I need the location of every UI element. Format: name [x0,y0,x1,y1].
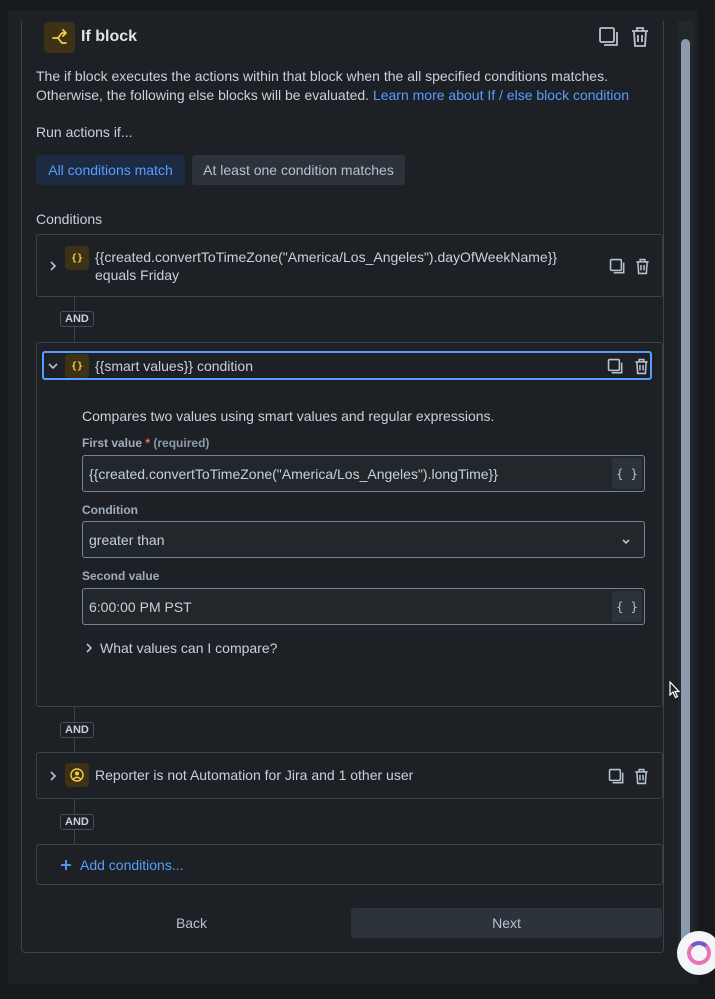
required-text: (required) [153,436,210,450]
duplicate-block-button[interactable] [597,25,621,49]
delete-condition-button[interactable] [632,256,652,276]
chevron-right-icon[interactable] [46,259,60,273]
required-asterisk: * [145,436,151,450]
smart-value-picker-button[interactable]: { } [612,458,642,489]
condition-description: Compares two values using smart values a… [82,408,495,424]
swirl-icon [687,941,711,965]
first-value-label-text: First value [82,436,143,450]
duplicate-condition-button[interactable] [605,356,625,376]
trash-icon [634,768,648,784]
run-actions-label: Run actions if... [36,124,133,140]
chevron-down-icon[interactable] [46,359,60,373]
one-condition-matches-option[interactable]: At least one condition matches [192,155,405,185]
condition-text: {{created.convertToTimeZone("America/Los… [95,249,558,283]
delete-condition-button[interactable] [631,356,651,376]
mouse-cursor-icon [669,680,681,704]
next-button[interactable]: Next [351,908,662,938]
first-value-text: {{created.convertToTimeZone("America/Los… [89,466,498,482]
duplicate-icon [599,27,618,46]
duplicate-icon [607,358,622,373]
braces-icon: {} [65,354,89,378]
second-value-input[interactable]: 6:00:00 PM PST { } [82,588,645,625]
scrollbar-thumb[interactable] [681,39,690,953]
condition-select[interactable]: greater than [82,521,645,558]
and-badge: AND [60,814,94,830]
smart-value-picker-button[interactable]: { } [612,591,642,622]
second-value-text: 6:00:00 PM PST [89,599,192,615]
trash-icon [635,258,649,274]
chevron-down-icon [620,534,632,546]
all-conditions-match-option[interactable]: All conditions match [36,155,185,185]
first-value-label: First value * (required) [82,436,209,450]
add-conditions-label[interactable]: Add conditions... [80,856,184,874]
user-circle-icon [65,763,89,787]
and-badge: AND [60,311,94,327]
delete-condition-button[interactable] [631,766,651,786]
first-value-input[interactable]: {{created.convertToTimeZone("America/Los… [82,455,645,492]
second-value-label: Second value [82,569,160,583]
conditions-heading: Conditions [36,211,103,227]
block-title: If block [81,28,138,45]
back-button[interactable]: Back [36,908,347,938]
learn-more-link[interactable]: Learn more about If / else block conditi… [373,87,629,103]
condition-select-value: greater than [89,532,165,548]
condition-field-label: Condition [82,503,138,517]
braces-icon: {} [65,246,89,270]
branch-icon [44,22,75,53]
condition-text: Reporter is not Automation for Jira and … [95,767,414,783]
trash-icon [632,27,648,47]
chevron-right-icon[interactable] [82,641,96,655]
duplicate-condition-button[interactable] [606,766,626,786]
duplicate-icon [609,258,624,273]
duplicate-icon [608,768,623,783]
help-launcher-button[interactable] [677,931,715,975]
duplicate-condition-button[interactable] [607,256,627,276]
condition-text: {{smart values}} condition [95,358,253,374]
scrollbar[interactable] [678,21,694,953]
and-badge: AND [60,722,94,738]
plus-icon [56,855,76,875]
block-description: The if block executes the actions within… [36,67,636,105]
chevron-right-icon[interactable] [46,769,60,783]
delete-block-button[interactable] [628,25,652,49]
trash-icon [634,358,648,374]
what-values-toggle[interactable]: What values can I compare? [100,639,277,657]
